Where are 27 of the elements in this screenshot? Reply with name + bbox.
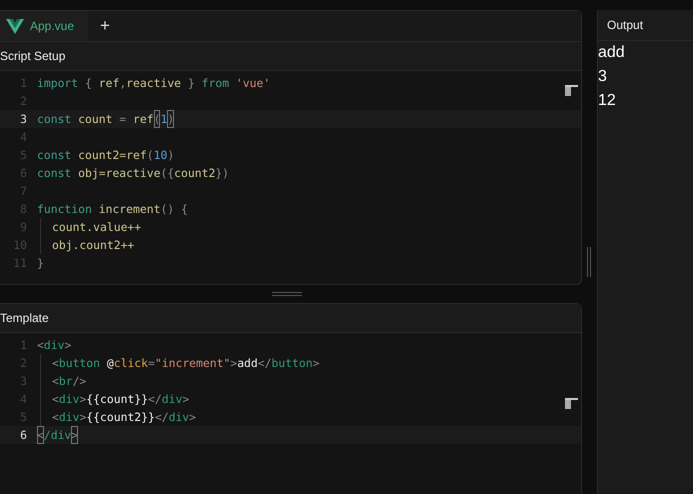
- file-tab[interactable]: App.vue: [0, 11, 88, 41]
- code-line: import { ref,reactive } from 'vue': [37, 75, 270, 92]
- line-number: 3: [19, 111, 28, 128]
- code-line: }: [37, 255, 44, 272]
- add-button[interactable]: add: [598, 41, 625, 65]
- code-line: const count2=ref(10): [37, 147, 174, 164]
- code-line: count.value++: [40, 218, 142, 236]
- add-tab-button[interactable]: +: [88, 11, 122, 41]
- vue-logo-icon: [6, 18, 24, 34]
- output-text: 12: [598, 91, 616, 111]
- panel-title: Output: [607, 17, 644, 34]
- code-line: <br/>: [40, 372, 86, 390]
- code-line: <div>{{count}}</div>: [40, 390, 190, 408]
- panel-title: Script Setup: [0, 48, 66, 65]
- code-line: const count = ref(1): [37, 110, 174, 128]
- panel-title: Template: [0, 310, 49, 327]
- code-line: obj.count2++: [40, 236, 134, 254]
- splitter-handle[interactable]: [272, 292, 302, 296]
- scroll-marker-icon: [565, 85, 578, 96]
- scroll-marker-icon: [565, 398, 578, 409]
- splitter-handle[interactable]: [587, 247, 591, 277]
- code-line: function increment() {: [37, 201, 188, 218]
- code-line: <button @click="increment">add</button>: [40, 354, 320, 372]
- code-line: <div>: [37, 337, 72, 354]
- code-line: const obj=reactive({count2}): [37, 165, 230, 182]
- output-text: 3: [598, 67, 607, 87]
- line-number: 6: [19, 427, 28, 444]
